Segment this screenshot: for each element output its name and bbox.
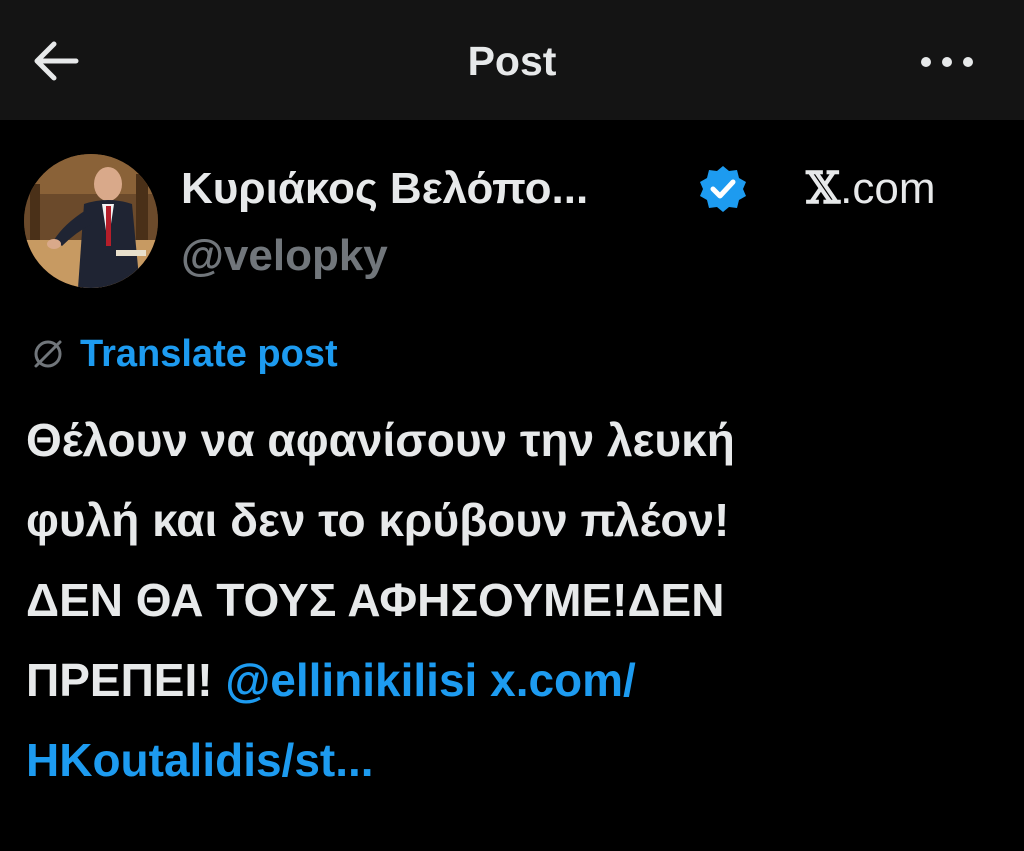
source-domain: .com xyxy=(840,164,936,213)
avatar[interactable] xyxy=(24,154,158,288)
translate-post-label: Translate post xyxy=(80,333,338,375)
source-x-com: 𝕏.com xyxy=(806,162,936,216)
avatar-image xyxy=(24,154,158,288)
post-text: Θέλουν να αφανίσουν την λευκή φυλή και δ… xyxy=(26,400,986,800)
post-line-1: Θέλουν να αφανίσουν την λευκή xyxy=(26,414,735,466)
top-bar: Post xyxy=(0,0,1024,120)
translate-post-button[interactable]: Translate post xyxy=(30,326,338,382)
post-line-4: ΠΡΕΠΕΙ! @ellinikilisi x.com/ xyxy=(26,640,986,720)
author-handle[interactable]: @velopky xyxy=(181,229,388,283)
page-title: Post xyxy=(467,38,557,84)
url-link-part-2[interactable]: HKoutalidis/st... xyxy=(26,720,986,800)
more-options-button[interactable] xyxy=(912,40,984,84)
url-link-part-1[interactable]: x.com/ xyxy=(490,654,636,706)
post-line-3: ΔΕΝ ΘΑ ΤΟΥΣ ΑΦΗΣΟΥΜΕ!ΔΕΝ xyxy=(26,574,725,626)
post-line-2: φυλή και δεν το κρύβουν πλέον! xyxy=(26,494,730,546)
translate-globe-icon xyxy=(34,340,62,368)
back-button[interactable] xyxy=(28,36,84,86)
verified-badge-icon xyxy=(700,166,746,212)
arrow-left-icon xyxy=(34,41,79,81)
author-name[interactable]: Κυριάκος Βελόπο... xyxy=(181,162,588,216)
post-line-4-text: ΠΡΕΠΕΙ! xyxy=(26,654,226,706)
mention-link[interactable]: @ellinikilisi xyxy=(225,654,477,706)
x-logo-icon: 𝕏 xyxy=(806,163,841,214)
more-horizontal-icon xyxy=(921,57,973,67)
